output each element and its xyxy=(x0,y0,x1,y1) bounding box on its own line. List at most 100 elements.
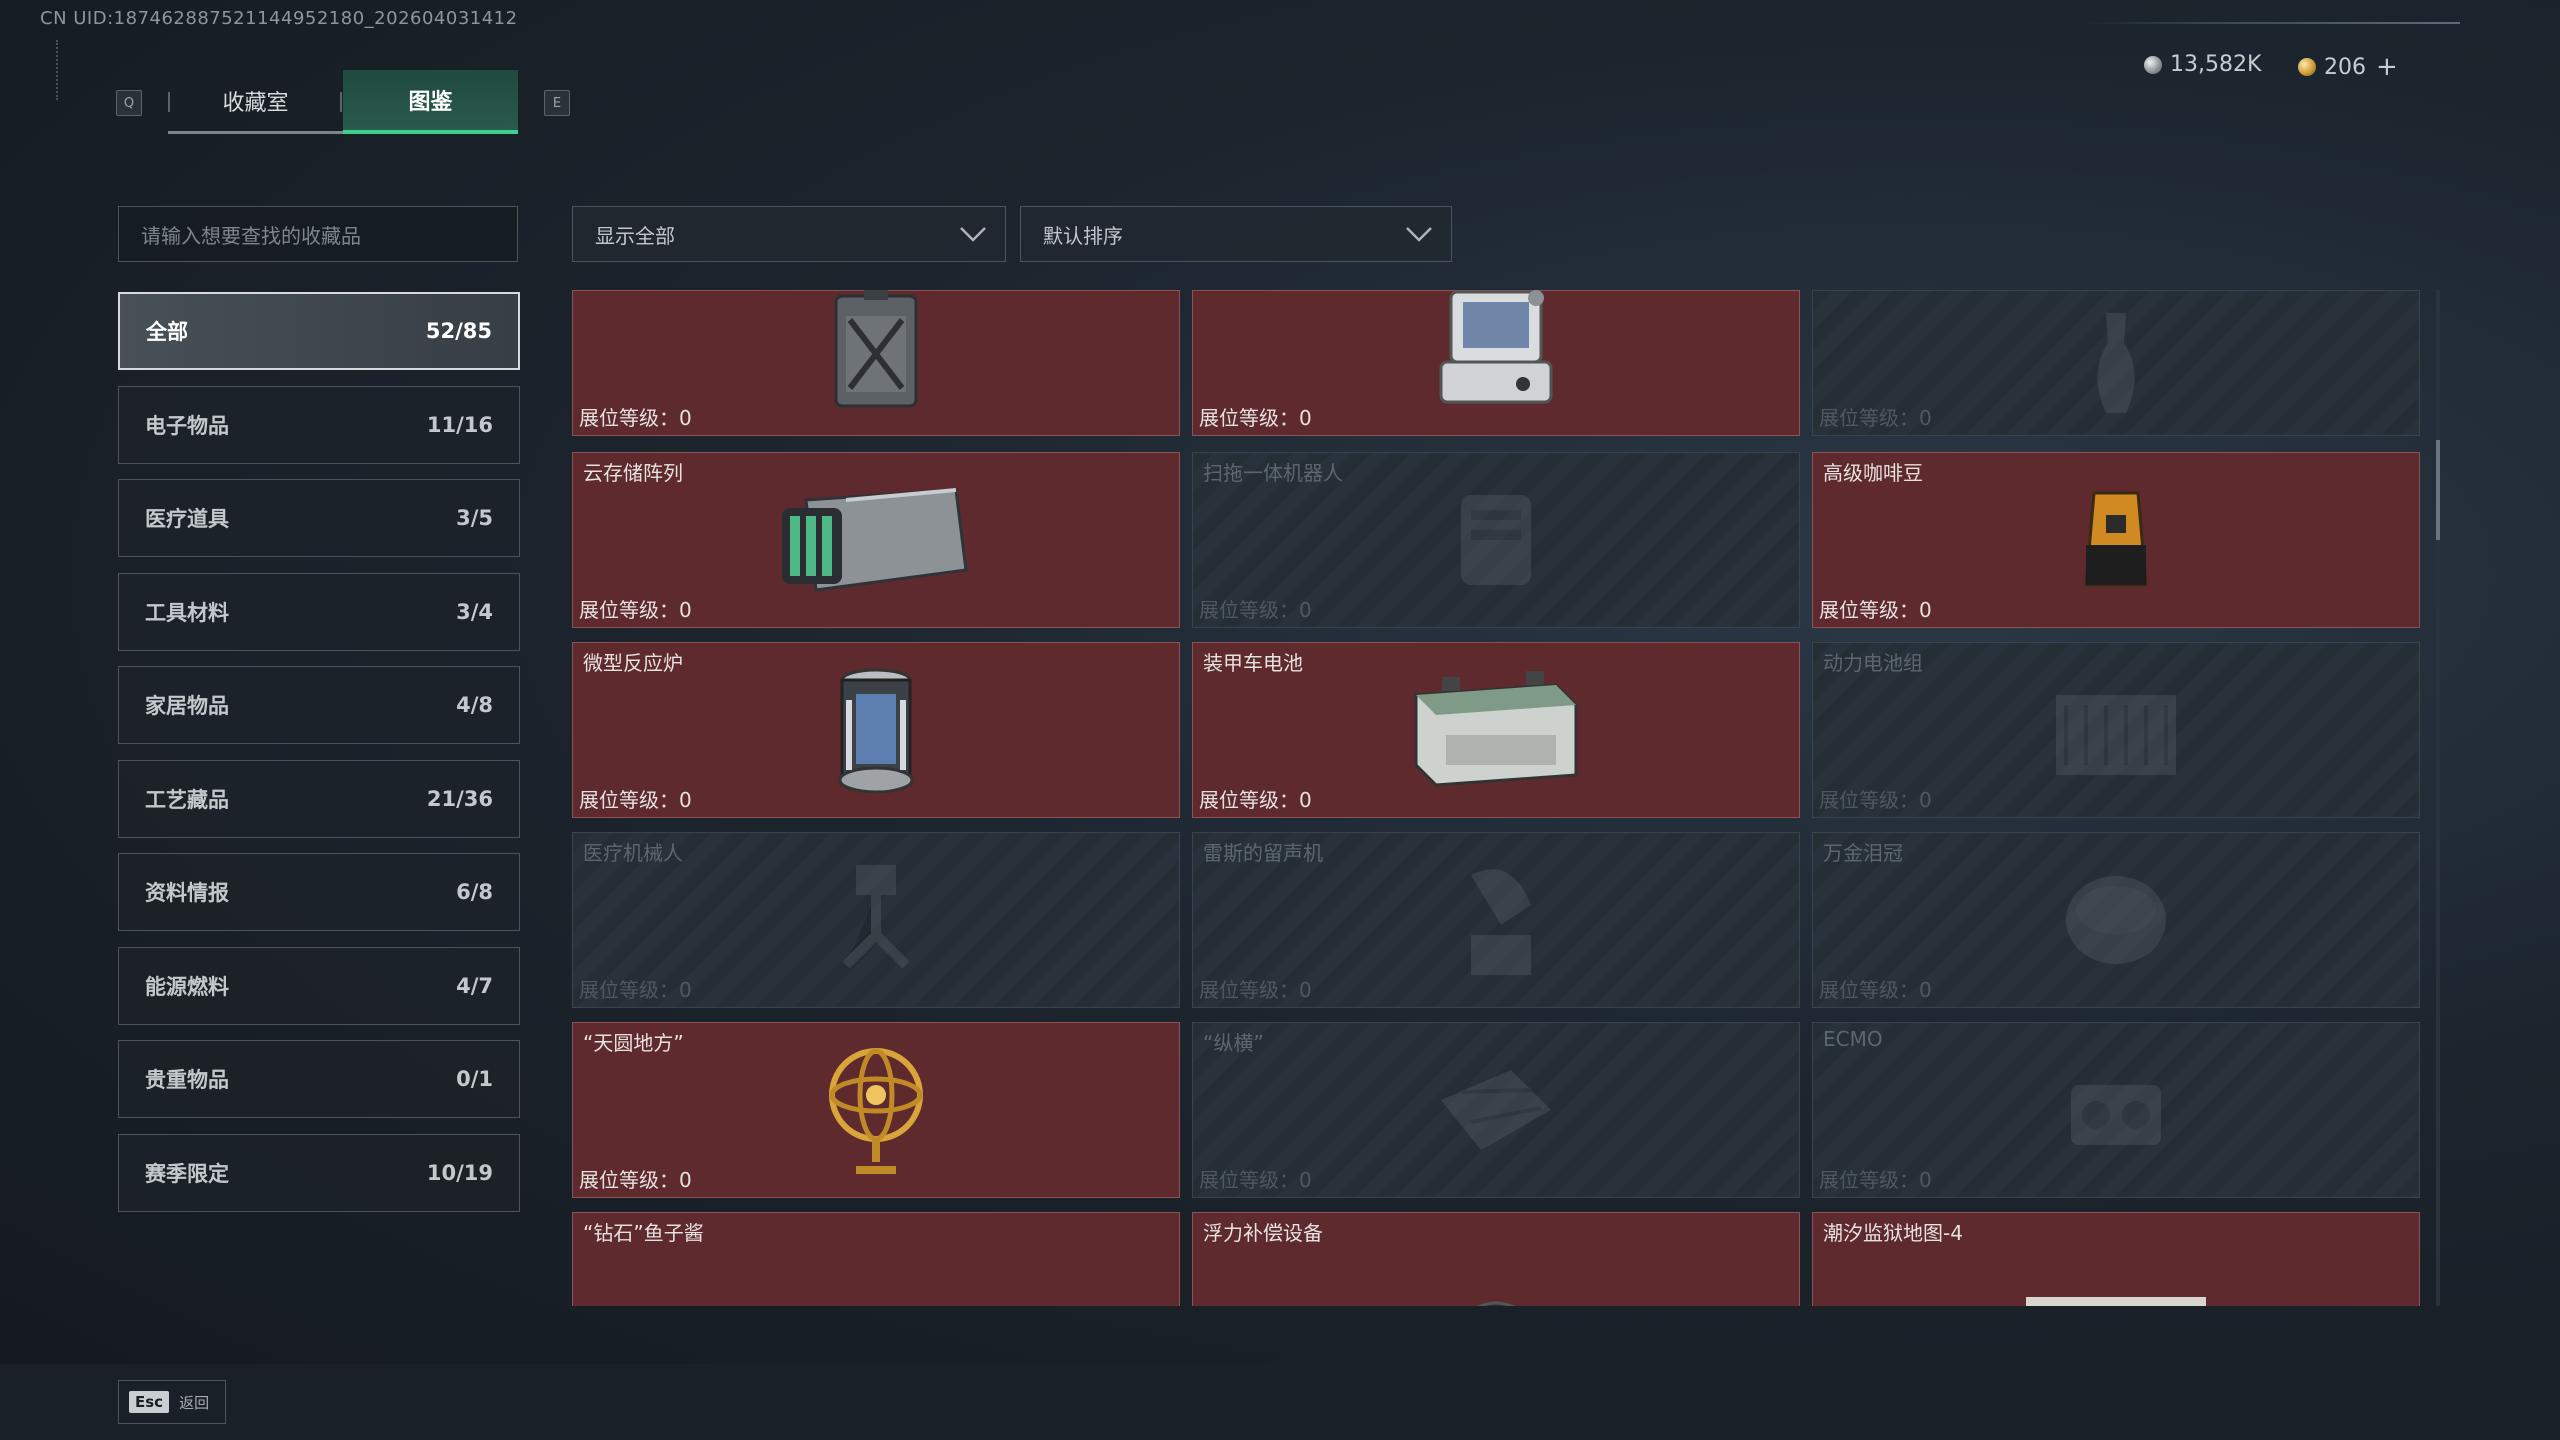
item-card[interactable]: 展位等级：0 xyxy=(572,290,1180,436)
category-count: 10/19 xyxy=(426,1160,493,1185)
category-count: 3/5 xyxy=(456,506,493,530)
silver-amount: 13,582K xyxy=(2170,52,2262,77)
item-name: 云存储阵列 xyxy=(583,461,683,485)
category-energy[interactable]: 能源燃料 4/7 xyxy=(118,946,520,1025)
bottom-bar xyxy=(0,1364,2560,1440)
item-card[interactable]: 医疗机械人 展位等级：0 xyxy=(572,832,1180,1008)
category-label: 工艺藏品 xyxy=(145,787,229,812)
tab-collection-room[interactable]: 收藏室 xyxy=(168,70,343,134)
item-card[interactable]: 雷斯的留声机 展位等级：0 xyxy=(1192,832,1800,1008)
item-level: 展位等级：0 xyxy=(579,978,692,1002)
item-name: 高级咖啡豆 xyxy=(1823,461,1923,485)
gramophone-icon xyxy=(1471,869,1531,975)
chevron-down-icon xyxy=(960,227,986,242)
category-count: 4/8 xyxy=(456,693,493,717)
grid-scrollbar[interactable] xyxy=(2436,290,2440,1306)
sort-select[interactable]: 默认排序 xyxy=(1020,206,1452,262)
category-label: 工具材料 xyxy=(145,600,229,625)
tab-prev-key[interactable]: Q xyxy=(116,90,142,116)
tab-divider xyxy=(340,92,342,112)
item-name: 雷斯的留声机 xyxy=(1203,841,1323,865)
vase-icon xyxy=(2097,313,2135,413)
armillary-icon xyxy=(829,1048,923,1174)
chessboard-icon xyxy=(1441,1070,1551,1150)
category-count: 6/8 xyxy=(456,880,493,904)
category-intel[interactable]: 资料情报 6/8 xyxy=(118,853,520,931)
category-valuables[interactable]: 贵重物品 0/1 xyxy=(118,1040,520,1118)
medical-robot-icon xyxy=(842,865,910,969)
tab-divider xyxy=(168,92,170,112)
category-label: 医疗道具 xyxy=(145,507,229,531)
add-currency-button[interactable]: + xyxy=(2376,52,2398,82)
item-card[interactable]: 扫拖一体机器人 展位等级：0 xyxy=(1192,452,1800,628)
item-level: 展位等级：0 xyxy=(1199,1168,1312,1192)
category-household[interactable]: 家居物品 4/8 xyxy=(118,666,520,744)
category-count: 21/36 xyxy=(426,786,493,811)
item-name: “钻石”鱼子酱 xyxy=(583,1221,704,1245)
gold-currency: 206 + xyxy=(2298,52,2398,82)
silver-currency: 13,582K xyxy=(2144,52,2261,77)
category-label: 赛季限定 xyxy=(145,1161,229,1186)
item-name: “天圆地方” xyxy=(583,1031,684,1055)
item-card[interactable]: “纵横” 展位等级：0 xyxy=(1192,1022,1800,1198)
caviar-tin-icon xyxy=(816,1303,936,1306)
item-grid: 展位等级：0 展位等级：0 展位等级：0 云存储阵列 展位等级：0 扫拖一体机器… xyxy=(572,290,2428,1306)
category-label: 家居物品 xyxy=(145,694,229,718)
item-level: 展位等级：0 xyxy=(579,1168,692,1192)
category-electronics[interactable]: 电子物品 11/16 xyxy=(118,385,520,464)
item-card[interactable]: 云存储阵列 展位等级：0 xyxy=(572,452,1180,628)
category-seasonal[interactable]: 赛季限定 10/19 xyxy=(118,1133,520,1212)
back-button[interactable]: Esc 返回 xyxy=(118,1380,226,1424)
item-card[interactable]: ECMO 展位等级：0 xyxy=(1812,1022,2420,1198)
category-count: 4/7 xyxy=(456,973,493,998)
item-card[interactable]: 万金泪冠 展位等级：0 xyxy=(1812,832,2420,1008)
item-name: 扫拖一体机器人 xyxy=(1203,461,1343,485)
item-card[interactable]: 浮力补偿设备 展位等级：0 xyxy=(1192,1212,1800,1306)
item-card[interactable]: “天圆地方” 展位等级：0 xyxy=(572,1022,1180,1198)
item-name: 装甲车电池 xyxy=(1203,651,1303,675)
display-filter-select[interactable]: 显示全部 xyxy=(572,206,1006,262)
item-card[interactable]: 展位等级：0 xyxy=(1192,290,1800,436)
category-crafts[interactable]: 工艺藏品 21/36 xyxy=(118,759,520,838)
item-card[interactable]: 展位等级：0 xyxy=(1812,290,2420,436)
item-name: 潮汐监狱地图-4 xyxy=(1823,1221,1963,1245)
uid-label: CN UID:187462887521144952180_20260403141… xyxy=(40,8,518,29)
item-card[interactable]: 高级咖啡豆 展位等级：0 xyxy=(1812,452,2420,628)
item-level: 展位等级：0 xyxy=(1819,598,1932,622)
category-medical[interactable]: 医疗道具 3/5 xyxy=(118,479,520,557)
item-level: 展位等级：0 xyxy=(1199,406,1312,430)
category-label: 贵重物品 xyxy=(145,1068,229,1092)
category-label: 电子物品 xyxy=(145,413,229,438)
display-filter-value: 显示全部 xyxy=(595,223,675,248)
map-icon xyxy=(2026,1296,2206,1306)
search-input[interactable]: 请输入想要查找的收藏品 xyxy=(118,206,518,262)
scrollbar-thumb[interactable] xyxy=(2436,440,2440,540)
category-label: 资料情报 xyxy=(145,881,229,905)
coffee-bag-icon xyxy=(2084,491,2148,587)
item-level: 展位等级：0 xyxy=(1199,788,1312,812)
terminal-icon xyxy=(1439,290,1553,404)
battery-icon xyxy=(1414,671,1578,787)
chevron-down-icon xyxy=(1406,227,1432,242)
tab-next-key[interactable]: E xyxy=(544,90,570,116)
item-name: “纵横” xyxy=(1203,1031,1264,1055)
category-all[interactable]: 全部 52/85 xyxy=(118,292,520,370)
item-card[interactable]: “钻石”鱼子酱 展位等级：0 xyxy=(572,1212,1180,1306)
item-level: 展位等级：0 xyxy=(1819,406,1932,430)
item-card[interactable]: 装甲车电池 展位等级：0 xyxy=(1192,642,1800,818)
item-card[interactable]: 微型反应炉 展位等级：0 xyxy=(572,642,1180,818)
category-count: 3/4 xyxy=(456,599,493,624)
sort-value: 默认排序 xyxy=(1043,223,1123,248)
decorative-lines xyxy=(56,40,68,100)
decorative-top-line xyxy=(2080,22,2460,24)
gold-amount: 206 xyxy=(2324,54,2366,80)
item-card[interactable]: 潮汐监狱地图-4 展位等级：0 xyxy=(1812,1212,2420,1306)
category-tools[interactable]: 工具材料 3/4 xyxy=(118,572,520,651)
item-name: ECMO xyxy=(1823,1027,1883,1051)
tab-codex[interactable]: 图鉴 xyxy=(343,70,518,134)
storage-array-icon xyxy=(782,488,968,592)
gold-coin-icon xyxy=(2298,58,2316,76)
esc-keycap: Esc xyxy=(129,1391,170,1413)
item-card[interactable]: 动力电池组 展位等级：0 xyxy=(1812,642,2420,818)
battery-pack-icon xyxy=(2056,695,2176,775)
